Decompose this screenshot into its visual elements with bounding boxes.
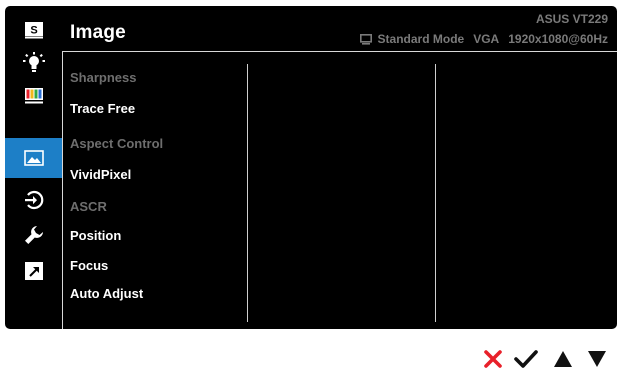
color-bars-icon [24, 88, 43, 104]
close-button[interactable] [480, 346, 506, 372]
monitor-icon [359, 33, 372, 45]
osd-header: Image ASUS VT229 Standard Mode VGA 1920x… [62, 6, 617, 52]
sidebar-item-shortcut[interactable] [5, 253, 62, 289]
menu-item-vividpixel[interactable]: VividPixel [70, 167, 131, 182]
current-mode: Standard Mode [377, 32, 465, 46]
menu-item-focus[interactable]: Focus [70, 258, 108, 273]
splendid-s-icon: S [24, 22, 43, 39]
input-select-icon [24, 190, 43, 210]
column-separator [435, 64, 436, 322]
status-line: Standard Mode VGA 1920x1080@60Hz [359, 32, 608, 46]
up-button[interactable] [550, 346, 576, 372]
check-icon [514, 350, 538, 368]
down-arrow-icon [588, 351, 606, 367]
svg-text:S: S [30, 25, 37, 37]
page-title: Image [70, 22, 126, 43]
confirm-button[interactable] [511, 346, 541, 372]
menu-item-sharpness[interactable]: Sharpness [70, 70, 136, 85]
image-icon [23, 150, 44, 166]
osd-panel: S Image ASUS VT229 Standard Mode VGA 192… [5, 6, 617, 329]
osd-sidebar: S [5, 6, 62, 329]
current-input: VGA [473, 32, 500, 46]
menu-item-aspect-control[interactable]: Aspect Control [70, 136, 163, 151]
menu-item-auto-adjust[interactable]: Auto Adjust [70, 286, 143, 301]
sidebar-item-color[interactable] [5, 45, 62, 81]
sidebar-item-splendid[interactable]: S [5, 12, 62, 48]
current-resolution: 1920x1080@60Hz [508, 32, 608, 46]
sidebar-item-system-setup[interactable] [5, 217, 62, 253]
menu-item-trace-free[interactable]: Trace Free [70, 101, 135, 116]
menu-item-ascr[interactable]: ASCR [70, 199, 107, 214]
close-icon [484, 350, 502, 368]
sidebar-item-color-bars[interactable] [5, 78, 62, 114]
sidebar-item-input[interactable] [5, 182, 62, 218]
shortcut-arrow-icon [24, 262, 43, 280]
sidebar-item-image[interactable] [5, 138, 62, 178]
column-separator [247, 64, 248, 322]
down-button[interactable] [584, 346, 610, 372]
system-setup-wrench-icon [24, 226, 43, 244]
content-divider [62, 52, 63, 329]
brightness-bulb-icon [22, 52, 45, 72]
menu-item-position[interactable]: Position [70, 228, 121, 243]
model-name: ASUS VT229 [535, 12, 608, 26]
up-arrow-icon [554, 351, 572, 367]
